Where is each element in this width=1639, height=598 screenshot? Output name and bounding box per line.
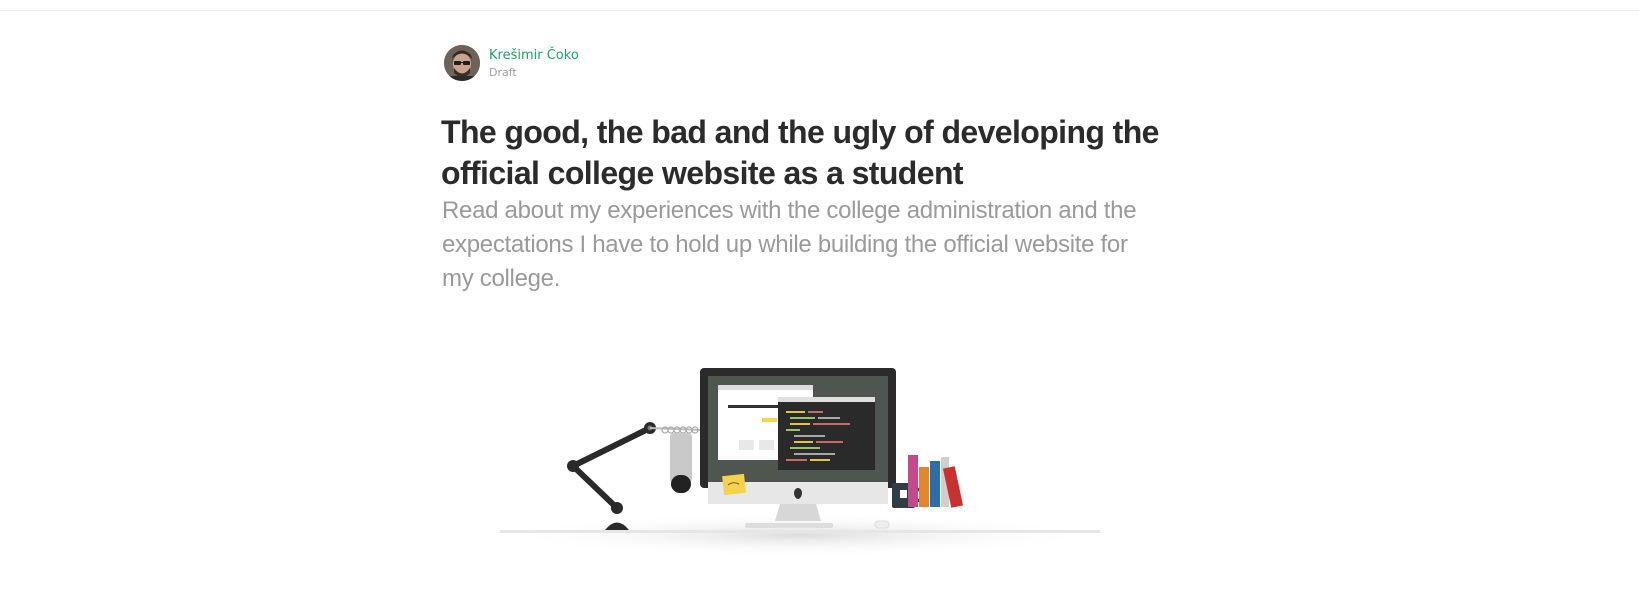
- post-status-label: Draft: [489, 65, 517, 79]
- microphone-arm-icon: [567, 422, 701, 530]
- sticky-note-icon: [722, 473, 746, 496]
- mouse-icon: [874, 520, 890, 529]
- keyboard-icon: [745, 523, 833, 528]
- post-title: The good, the bad and the ugly of develo…: [441, 114, 1159, 191]
- imac-monitor-icon: [700, 368, 896, 521]
- post-subtitle: Read about my experiences with the colle…: [442, 197, 1137, 292]
- author-avatar[interactable]: [444, 45, 480, 81]
- author-block: Krešimir Čoko Draft: [444, 45, 579, 81]
- header-divider: [0, 10, 1639, 11]
- author-name-link[interactable]: Krešimir Čoko: [489, 47, 579, 64]
- hero-illustration: [500, 368, 1100, 557]
- books-icon: [908, 455, 964, 508]
